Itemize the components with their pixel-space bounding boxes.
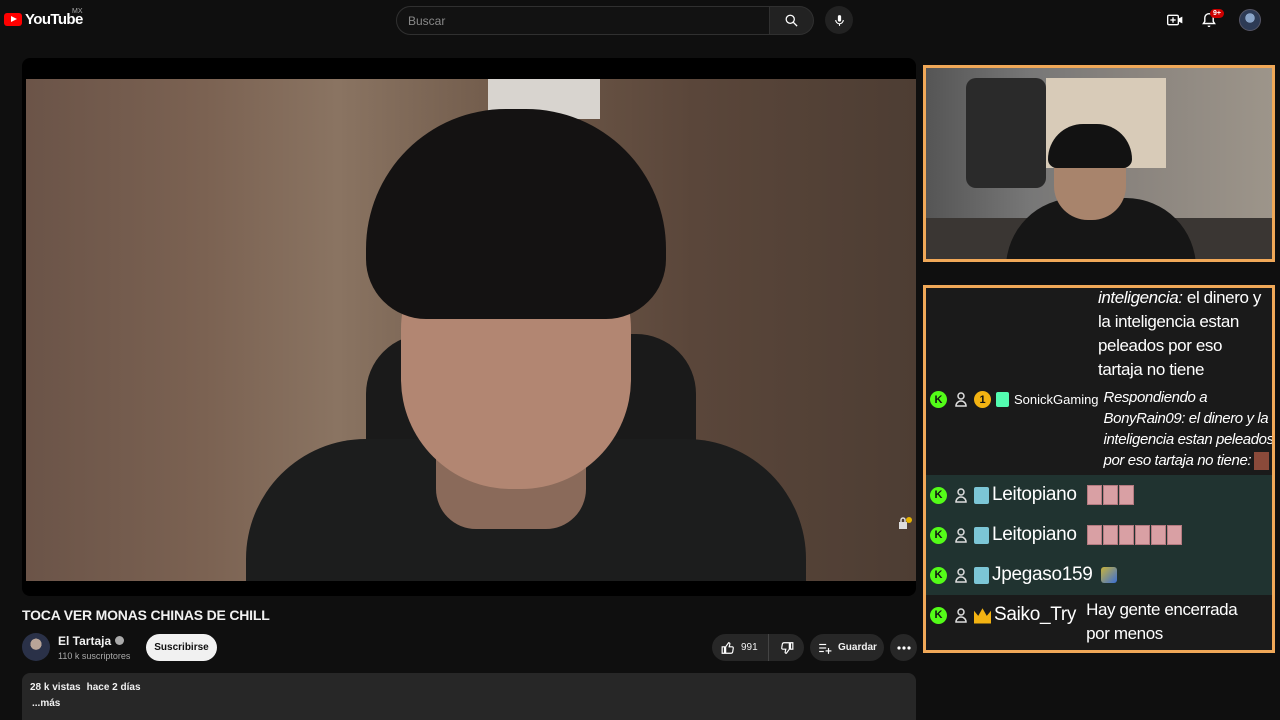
chat-message-prefix: inteligencia: <box>1098 288 1183 307</box>
crown-icon <box>974 608 991 624</box>
user-icon <box>952 391 969 408</box>
more-actions-button[interactable] <box>890 634 917 661</box>
subscribe-button[interactable]: Suscribirse <box>146 634 217 661</box>
add-to-playlist-icon <box>819 643 832 654</box>
search-input[interactable] <box>396 6 770 35</box>
hanging-hoodie <box>966 78 1046 188</box>
user-icon <box>952 487 969 504</box>
emote-icon <box>1254 452 1270 471</box>
chat-overlay: inteligencia: el dinero y la inteligenci… <box>923 285 1275 653</box>
kick-badge-icon: K <box>930 606 947 624</box>
verified-icon <box>115 636 125 645</box>
like-dislike-group: 991 <box>712 634 804 661</box>
voice-search-button[interactable] <box>825 6 853 34</box>
subscriber-badge-icon <box>974 566 989 584</box>
create-button[interactable] <box>1165 10 1185 30</box>
emote-group <box>1086 525 1183 545</box>
channel-name-row[interactable]: El Tartaja <box>58 634 125 648</box>
emote-icon <box>1100 567 1117 583</box>
chat-username: SonickGaming <box>1014 392 1099 407</box>
dislike-button[interactable] <box>769 634 804 661</box>
notifications-badge: 9+ <box>1210 9 1224 18</box>
microphone-icon <box>834 14 844 26</box>
account-avatar[interactable] <box>1239 9 1261 31</box>
chat-message: inteligencia: el dinero y la inteligenci… <box>1098 288 1270 382</box>
kick-badge-icon: K <box>930 486 947 504</box>
top-bar: YouTube MX 9+ <box>0 0 1280 40</box>
kick-badge-icon: K <box>930 391 947 408</box>
channel-name[interactable]: El Tartaja <box>58 634 111 648</box>
save-label: Guardar <box>838 642 877 653</box>
user-icon <box>952 527 969 544</box>
description-more[interactable]: ...más <box>32 698 908 709</box>
upload-age: hace 2 días <box>86 682 141 693</box>
webcam-overlay <box>923 65 1275 262</box>
chat-message: K Leitopiano <box>926 475 1272 515</box>
search-box <box>396 6 814 35</box>
description-box[interactable]: 28 k vistas hace 2 días ...más <box>22 673 916 720</box>
kick-badge-icon: K <box>930 526 947 544</box>
gift-icon <box>996 392 1009 407</box>
chat-message: K Saiko_Try Hay gente encerrada por meno… <box>926 595 1272 650</box>
create-video-icon <box>1167 14 1183 26</box>
kick-badge-icon: K <box>930 566 947 584</box>
description-meta: 28 k vistas hace 2 días <box>30 682 908 693</box>
chat-message: K Leitopiano <box>926 515 1272 555</box>
youtube-logo[interactable]: YouTube MX <box>4 8 83 28</box>
video-title: TOCA VER MONAS CHINAS DE CHILL <box>22 607 270 623</box>
thumbs-up-icon <box>721 641 734 654</box>
video-player[interactable] <box>22 58 916 596</box>
view-count: 28 k vistas <box>30 682 81 693</box>
user-icon <box>952 567 969 584</box>
channel-avatar[interactable] <box>22 633 50 661</box>
search-icon <box>785 14 798 27</box>
chat-message-text: Hay gente encerrada por menos <box>1086 600 1238 643</box>
search-button[interactable] <box>770 6 814 35</box>
emote-group <box>1086 485 1135 505</box>
youtube-play-icon <box>4 13 22 26</box>
person-hair <box>366 109 666 319</box>
lock-icon <box>899 517 912 529</box>
user-icon <box>952 607 969 624</box>
like-button[interactable]: 991 <box>712 634 769 661</box>
chat-message: K 1 SonickGaming Respondiendo a BonyRain… <box>930 387 1274 471</box>
more-horizontal-icon <box>896 645 911 650</box>
logo-region: MX <box>72 8 83 15</box>
chat-username: Saiko_Try <box>994 604 1077 625</box>
subscriber-count: 110 k suscriptores <box>58 651 131 661</box>
thumbs-down-icon <box>780 641 793 654</box>
save-button[interactable]: Guardar <box>810 634 884 661</box>
chat-username: Leitopiano <box>992 484 1077 505</box>
chat-message-text: Respondiendo a BonyRain09: el dinero y l… <box>1103 389 1274 469</box>
chat-username: Leitopiano <box>992 524 1077 545</box>
level-badge: 1 <box>974 391 991 408</box>
video-frame[interactable] <box>26 79 916 581</box>
subscriber-badge-icon <box>974 486 989 504</box>
chat-username: Jpegaso159 <box>992 564 1093 585</box>
chat-message: K Jpegaso159 <box>926 555 1272 595</box>
subscriber-badge-icon <box>974 526 989 544</box>
like-count: 991 <box>741 642 758 653</box>
